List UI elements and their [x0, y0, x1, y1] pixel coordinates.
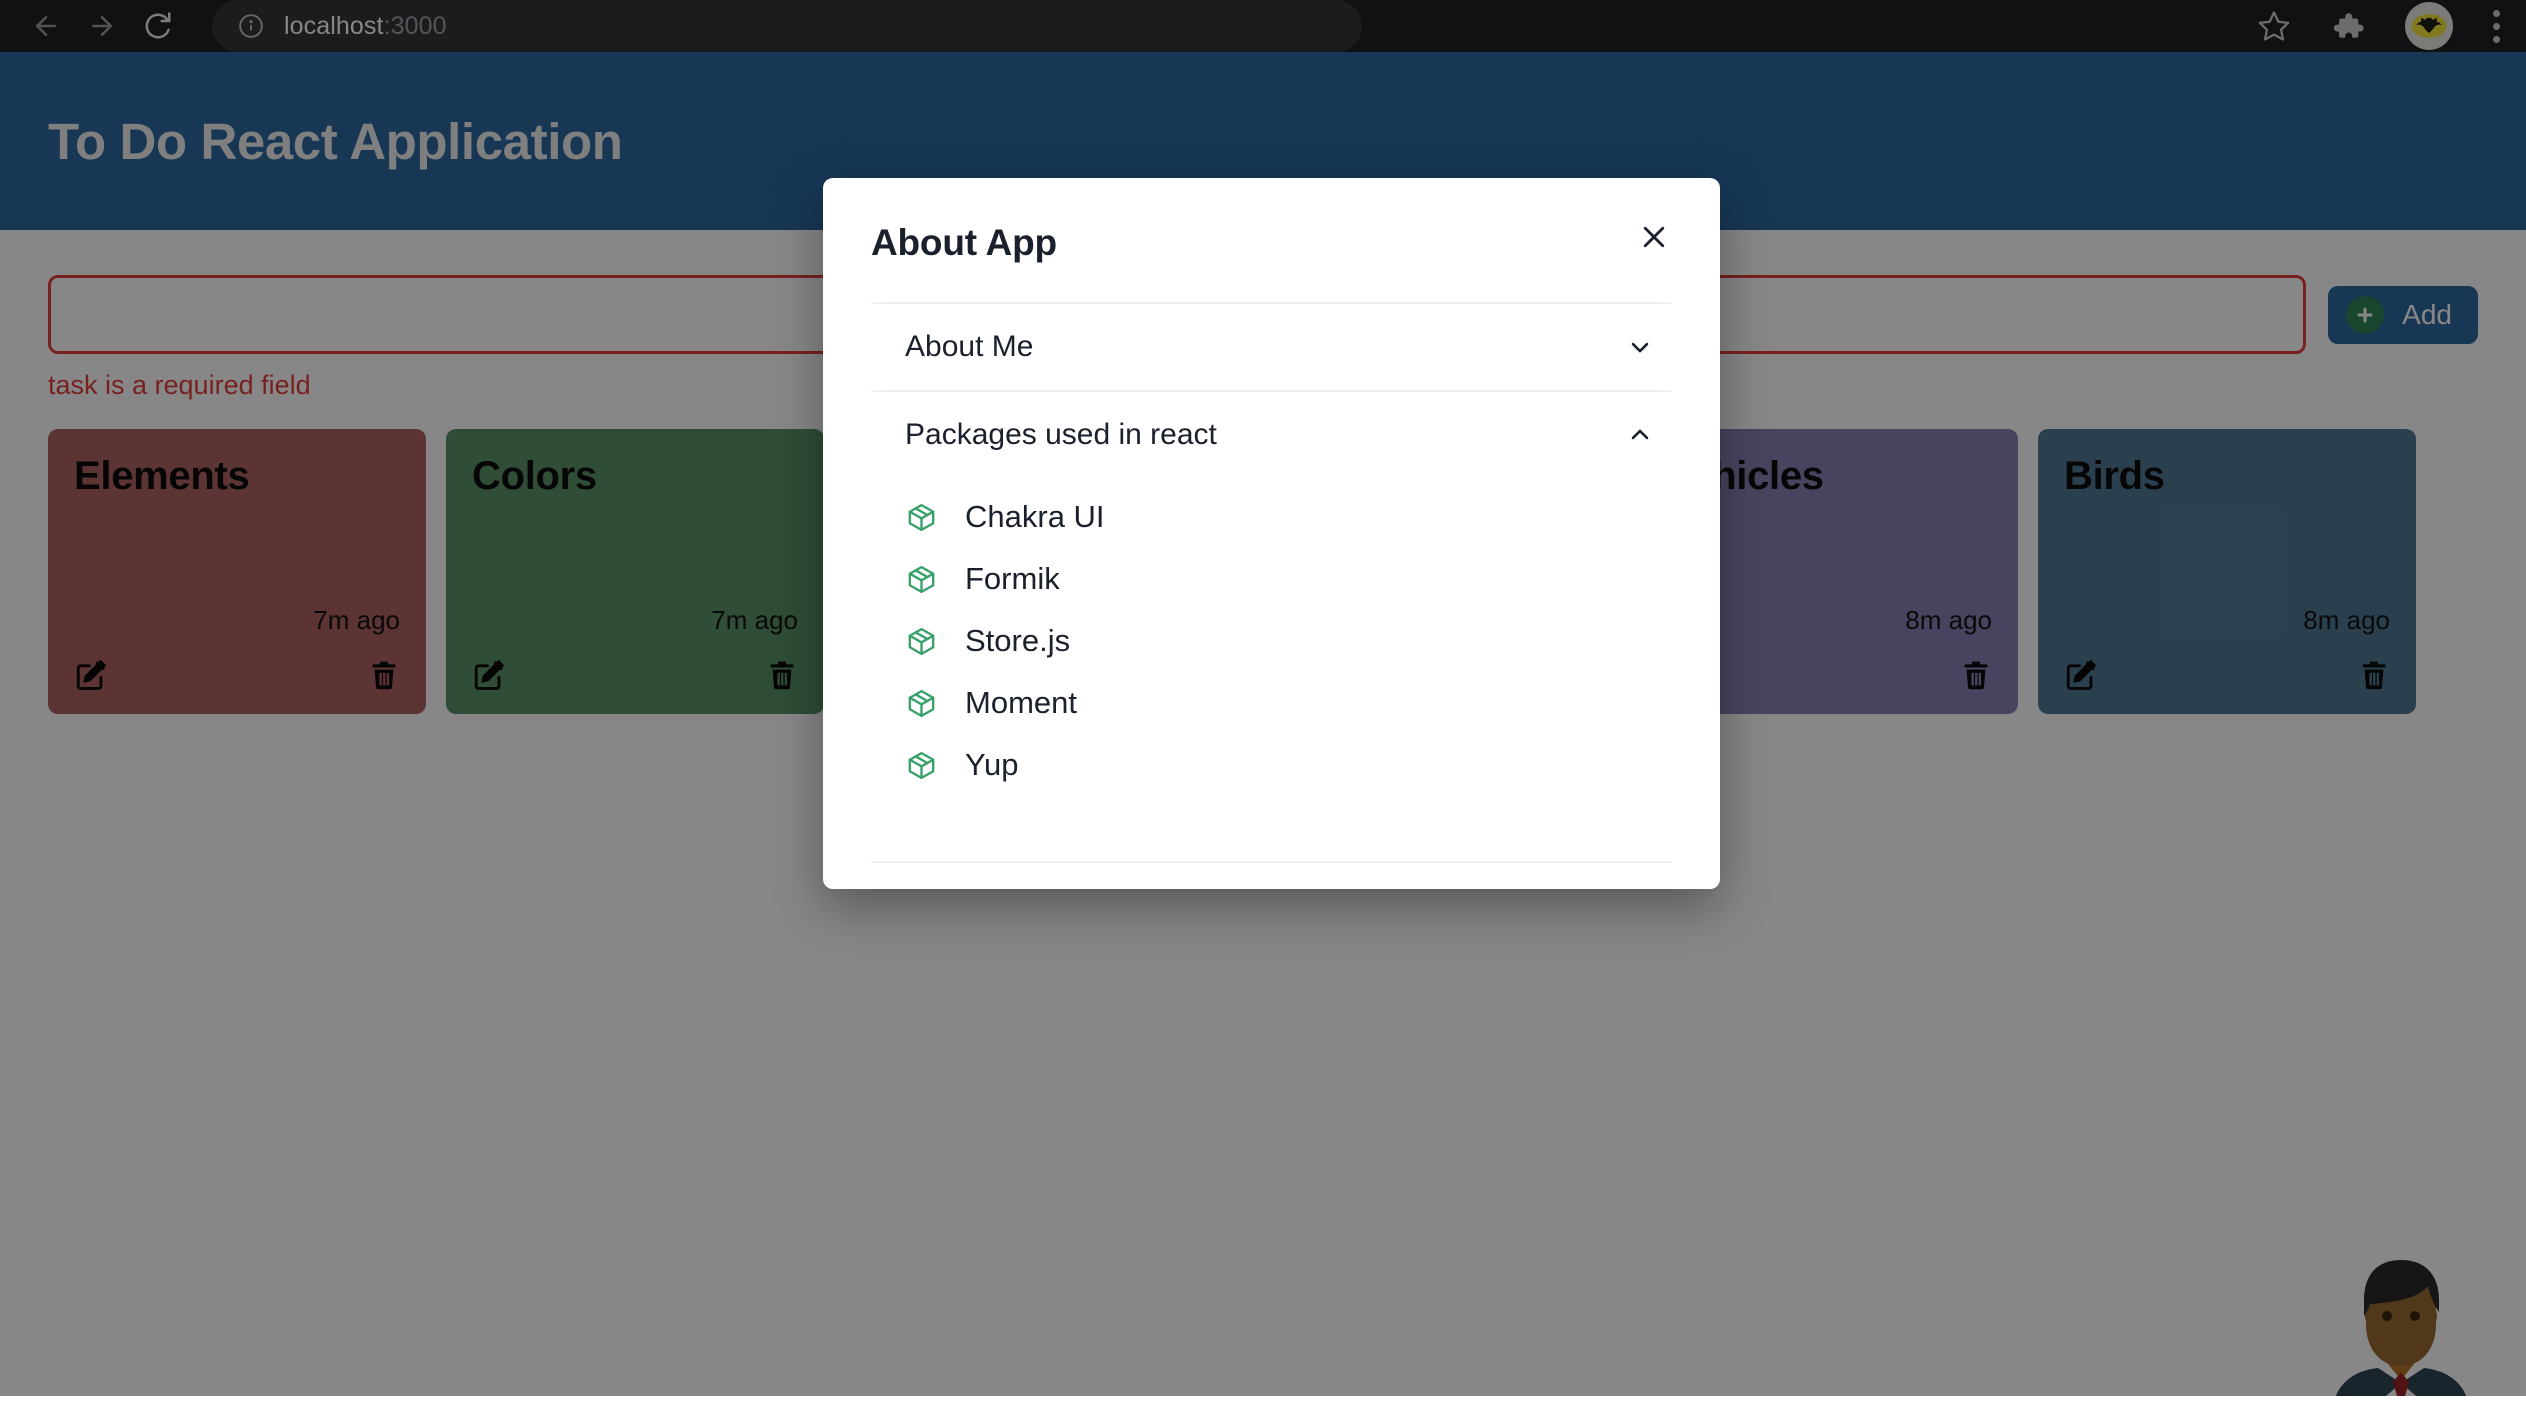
package-name: Chakra UI — [965, 499, 1105, 535]
package-name: Store.js — [965, 623, 1070, 659]
package-list-item: Chakra UI — [905, 486, 1672, 548]
package-list: Chakra UI Formik Store.js Moment Yup — [871, 478, 1672, 820]
accordion-toggle-packages[interactable]: Packages used in react — [871, 392, 1672, 478]
package-box-icon — [905, 625, 941, 658]
package-box-icon — [905, 687, 941, 720]
chevron-down-icon — [1626, 333, 1654, 361]
package-name: Formik — [965, 561, 1060, 597]
package-name: Yup — [965, 747, 1018, 783]
about-app-modal: About App About Me Packages used in reac… — [823, 178, 1720, 889]
modal-title: About App — [871, 222, 1672, 264]
accordion-toggle-about-me[interactable]: About Me — [871, 304, 1672, 390]
package-box-icon — [905, 563, 941, 596]
modal-body: About Me Packages used in react Chakra U… — [823, 304, 1720, 861]
package-name: Moment — [965, 685, 1077, 721]
package-list-item: Store.js — [905, 610, 1672, 672]
package-list-item: Moment — [905, 672, 1672, 734]
close-icon — [1639, 222, 1669, 255]
package-box-icon — [905, 749, 941, 782]
accordion-item-packages: Packages used in react Chakra UI Formik St… — [871, 392, 1672, 820]
package-list-item: Formik — [905, 548, 1672, 610]
accordion-item-about-me: About Me — [871, 304, 1672, 392]
accordion-label-about-me: About Me — [905, 330, 1033, 364]
package-box-icon — [905, 501, 941, 534]
accordion-label-packages: Packages used in react — [905, 418, 1217, 452]
modal-header: About App — [823, 178, 1720, 264]
modal-footer — [823, 863, 1720, 889]
chevron-up-icon — [1626, 421, 1654, 449]
package-list-item: Yup — [905, 734, 1672, 796]
modal-close-button[interactable] — [1626, 210, 1682, 266]
